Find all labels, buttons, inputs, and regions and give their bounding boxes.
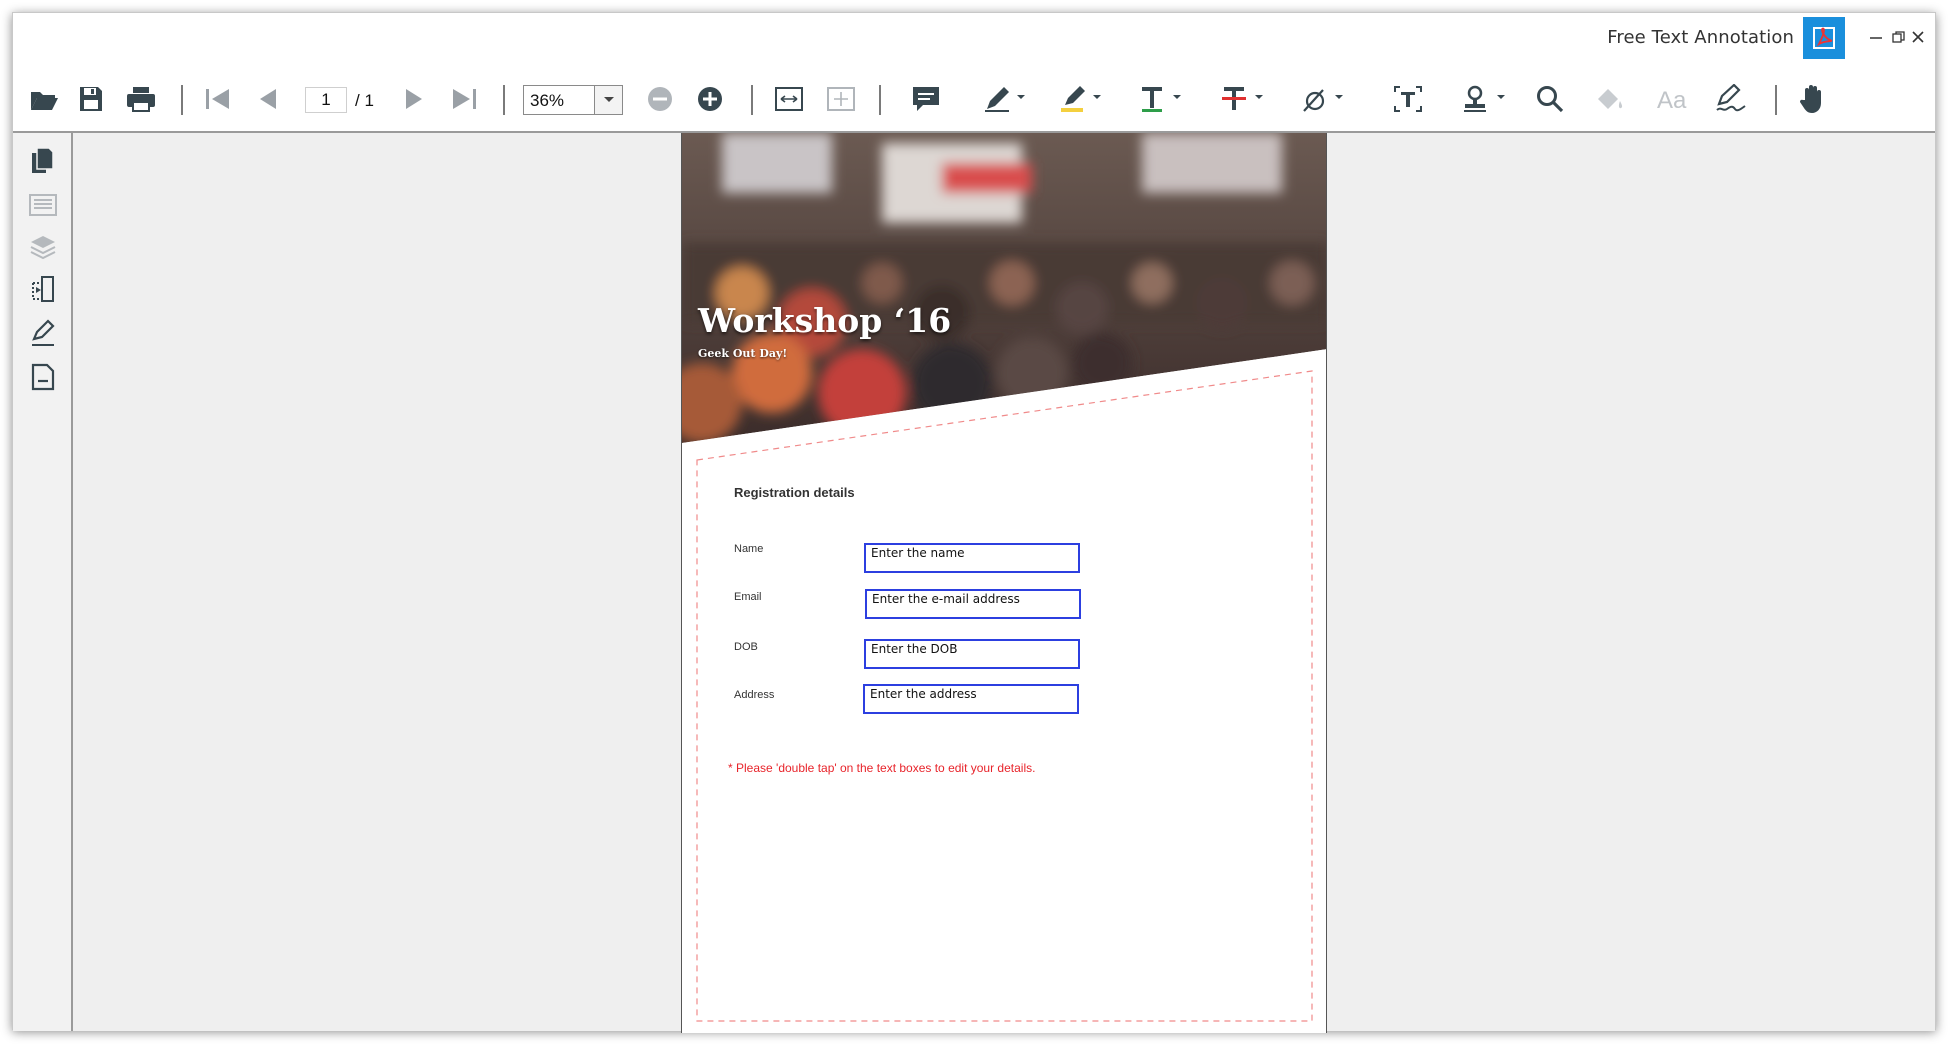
print-button[interactable] <box>125 81 157 117</box>
zoom-select[interactable]: 36% <box>523 85 623 115</box>
pan-button[interactable] <box>1795 81 1829 117</box>
fit-width-icon <box>775 87 803 111</box>
toolbar-separator <box>181 85 183 115</box>
fill-color-button[interactable] <box>1593 81 1627 117</box>
layers-button[interactable] <box>27 231 59 263</box>
left-sidebar <box>13 133 73 1031</box>
zoom-out-button[interactable] <box>645 81 675 117</box>
toolbar-separator <box>1775 85 1777 115</box>
zoom-in-icon <box>698 87 722 111</box>
zoom-value: 36% <box>530 91 565 110</box>
page-thumbnails-button[interactable] <box>27 145 59 177</box>
svg-text:Aa: Aa <box>1657 87 1687 113</box>
fit-width-button[interactable] <box>773 81 805 117</box>
instruction-note: * Please 'double tap' on the text boxes … <box>728 761 1036 775</box>
signature-pen-icon <box>1716 84 1746 112</box>
signature-panel-button[interactable] <box>27 317 59 349</box>
dob-field[interactable]: Enter the DOB <box>864 639 1080 669</box>
first-page-icon <box>206 89 229 109</box>
hero-image: Workshop ‘16 Geek Out Day! <box>682 133 1326 443</box>
hero-title: Workshop ‘16 <box>698 301 952 340</box>
field-label-name: Name <box>734 543 764 555</box>
stamp-button[interactable] <box>1459 81 1513 117</box>
layers-icon <box>30 236 56 260</box>
previous-page-icon <box>260 89 276 109</box>
previous-page-button[interactable] <box>253 81 283 117</box>
free-text-icon <box>1394 86 1422 112</box>
page-number-input[interactable]: 1 <box>305 87 347 113</box>
ink-button[interactable] <box>981 81 1031 117</box>
restore-button[interactable] <box>1889 28 1907 46</box>
shapes-icon <box>1303 89 1343 112</box>
toolbar-separator <box>503 85 505 115</box>
shapes-button[interactable] <box>1299 81 1349 117</box>
document-icon <box>31 363 55 391</box>
address-field[interactable]: Enter the address <box>863 684 1079 714</box>
chevron-down-icon <box>603 97 614 102</box>
open-file-button[interactable] <box>27 81 61 117</box>
font-icon: Aa <box>1657 87 1687 113</box>
first-page-button[interactable] <box>201 81 235 117</box>
pen-icon <box>985 87 1025 112</box>
search-icon <box>1537 86 1564 113</box>
search-button[interactable] <box>1533 81 1567 117</box>
name-field[interactable]: Enter the name <box>864 543 1080 573</box>
page-total: / 1 <box>355 91 374 110</box>
toolbar-separator <box>751 85 753 115</box>
pdf-page: Workshop ‘16 Geek Out Day! Registration … <box>681 133 1327 1033</box>
fit-page-button[interactable] <box>825 81 857 117</box>
app-window: Free Text Annotation 1 / 1 36% Aa Worksh… <box>12 12 1936 1033</box>
text-strikethrough-icon <box>1222 87 1263 110</box>
minimize-button[interactable] <box>1867 28 1885 46</box>
zoom-out-icon <box>648 87 672 111</box>
organize-pages-icon <box>32 276 54 302</box>
organize-pages-button[interactable] <box>27 273 59 305</box>
section-title: Registration details <box>734 485 855 500</box>
signature-icon <box>32 319 55 346</box>
folder-open-icon <box>31 92 58 110</box>
underline-button[interactable] <box>1137 81 1187 117</box>
viewer-area: Workshop ‘16 Geek Out Day! Registration … <box>13 131 1935 1033</box>
pdf-app-icon <box>1803 17 1845 59</box>
field-label-email: Email <box>734 591 762 603</box>
toolbar-separator <box>879 85 881 115</box>
zoom-in-button[interactable] <box>695 81 725 117</box>
sticky-note-button[interactable] <box>909 81 943 117</box>
comment-icon <box>913 87 939 111</box>
highlight-button[interactable] <box>1057 81 1107 117</box>
next-page-icon <box>406 89 422 109</box>
save-button[interactable] <box>77 81 105 117</box>
strikethrough-button[interactable] <box>1219 81 1269 117</box>
text-underline-icon <box>1142 87 1181 112</box>
last-page-icon <box>453 89 476 109</box>
zoom-dropdown-button[interactable] <box>594 86 622 114</box>
save-icon <box>80 87 102 111</box>
last-page-button[interactable] <box>447 81 481 117</box>
field-label-address: Address <box>734 689 775 701</box>
paint-bucket-icon <box>1598 89 1623 109</box>
form-fields-button[interactable] <box>27 361 59 393</box>
free-text-button[interactable] <box>1391 81 1425 117</box>
signature-tool-button[interactable] <box>1713 81 1751 117</box>
fit-page-icon <box>827 87 855 111</box>
bookmarks-icon <box>29 194 57 216</box>
window-title: Free Text Annotation <box>1607 27 1794 48</box>
print-icon <box>127 87 155 112</box>
close-button[interactable] <box>1909 28 1927 46</box>
stamp-icon <box>1464 85 1505 112</box>
toolbar: 1 / 1 36% Aa <box>13 73 1935 125</box>
hand-icon <box>1799 85 1821 113</box>
hero-subtitle: Geek Out Day! <box>698 347 788 360</box>
email-field[interactable]: Enter the e-mail address <box>865 589 1081 619</box>
font-button[interactable]: Aa <box>1655 81 1693 117</box>
next-page-button[interactable] <box>399 81 429 117</box>
bookmarks-button[interactable] <box>27 189 59 221</box>
field-label-dob: DOB <box>734 641 758 653</box>
highlighter-icon <box>1061 86 1101 112</box>
title-bar: Free Text Annotation <box>13 13 1935 61</box>
pages-icon <box>32 147 54 173</box>
